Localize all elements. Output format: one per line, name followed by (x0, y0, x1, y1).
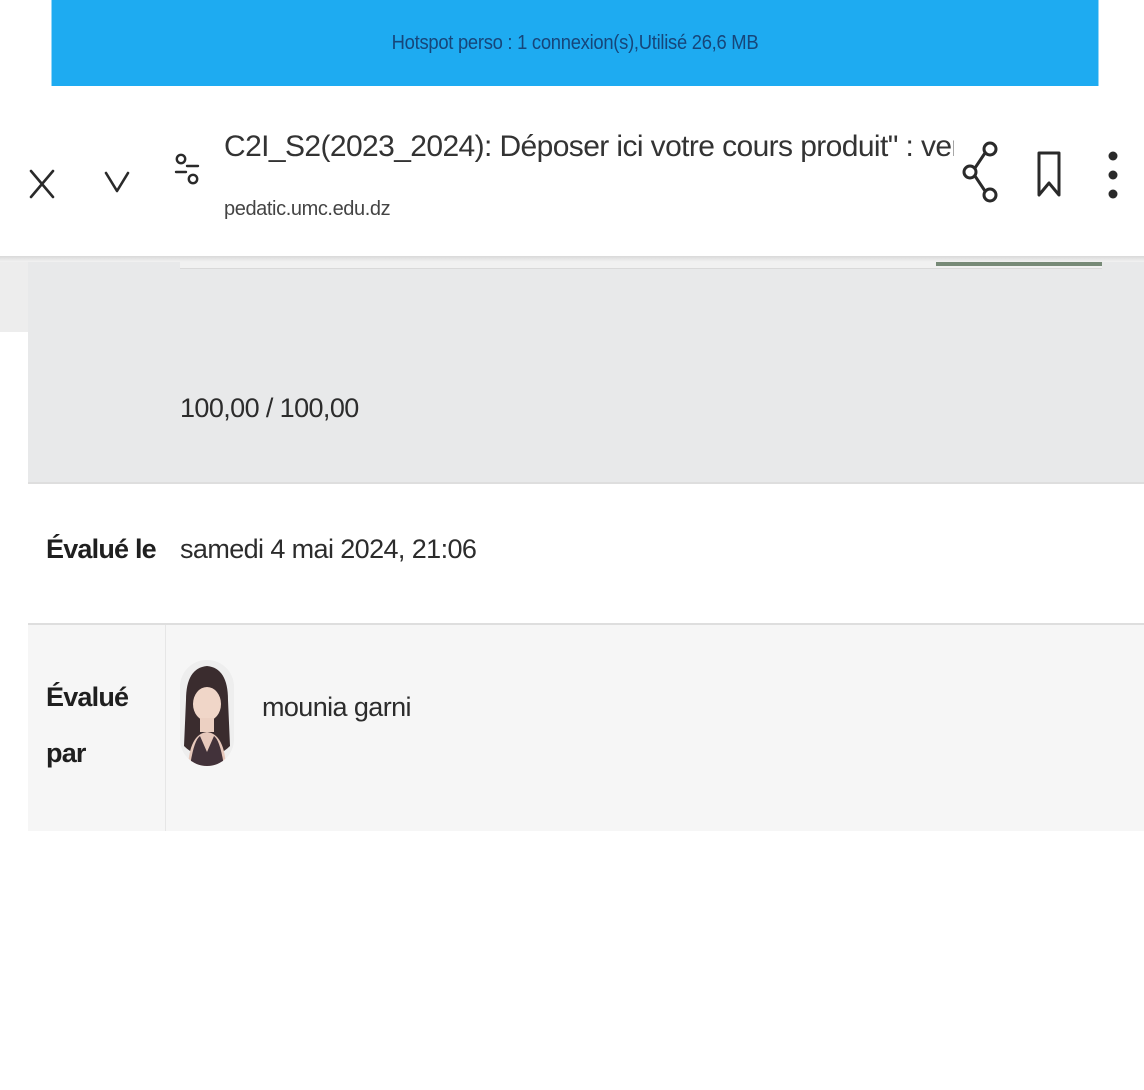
page-url[interactable]: pedatic.umc.edu.dz (224, 198, 391, 221)
chevron-down-icon[interactable] (104, 170, 130, 194)
grade-value: 100,00 / 100,00 (180, 393, 359, 423)
more-vertical-icon[interactable] (1106, 150, 1120, 200)
graded-by-label-line1: Évalué (46, 682, 129, 712)
share-icon[interactable] (960, 140, 1004, 204)
avatar[interactable] (180, 660, 234, 766)
column-divider (165, 625, 166, 831)
avatar-picture (180, 660, 234, 766)
bookmark-icon[interactable] (1036, 150, 1062, 198)
graded-on-value: samedi 4 mai 2024, 21:06 (180, 534, 477, 564)
tune-icon[interactable] (172, 152, 202, 186)
grader-name[interactable]: mounia garni (262, 692, 412, 723)
page-title[interactable]: C2I_S2(2023_2024): Déposer ici votre cou… (224, 130, 954, 164)
grade-row (28, 262, 1144, 482)
graded-by-label-line2: par (46, 738, 86, 768)
close-icon[interactable] (26, 166, 58, 202)
row-divider (28, 482, 1144, 484)
graded-on-label: Évalué le (46, 534, 157, 564)
hotspot-status-banner[interactable]: Hotspot perso : 1 connexion(s),Utilisé 2… (51, 0, 1099, 86)
hotspot-status-text: Hotspot perso : 1 connexion(s),Utilisé 2… (391, 31, 759, 54)
grade-box-accent (936, 262, 1102, 266)
page-edge (0, 262, 28, 332)
